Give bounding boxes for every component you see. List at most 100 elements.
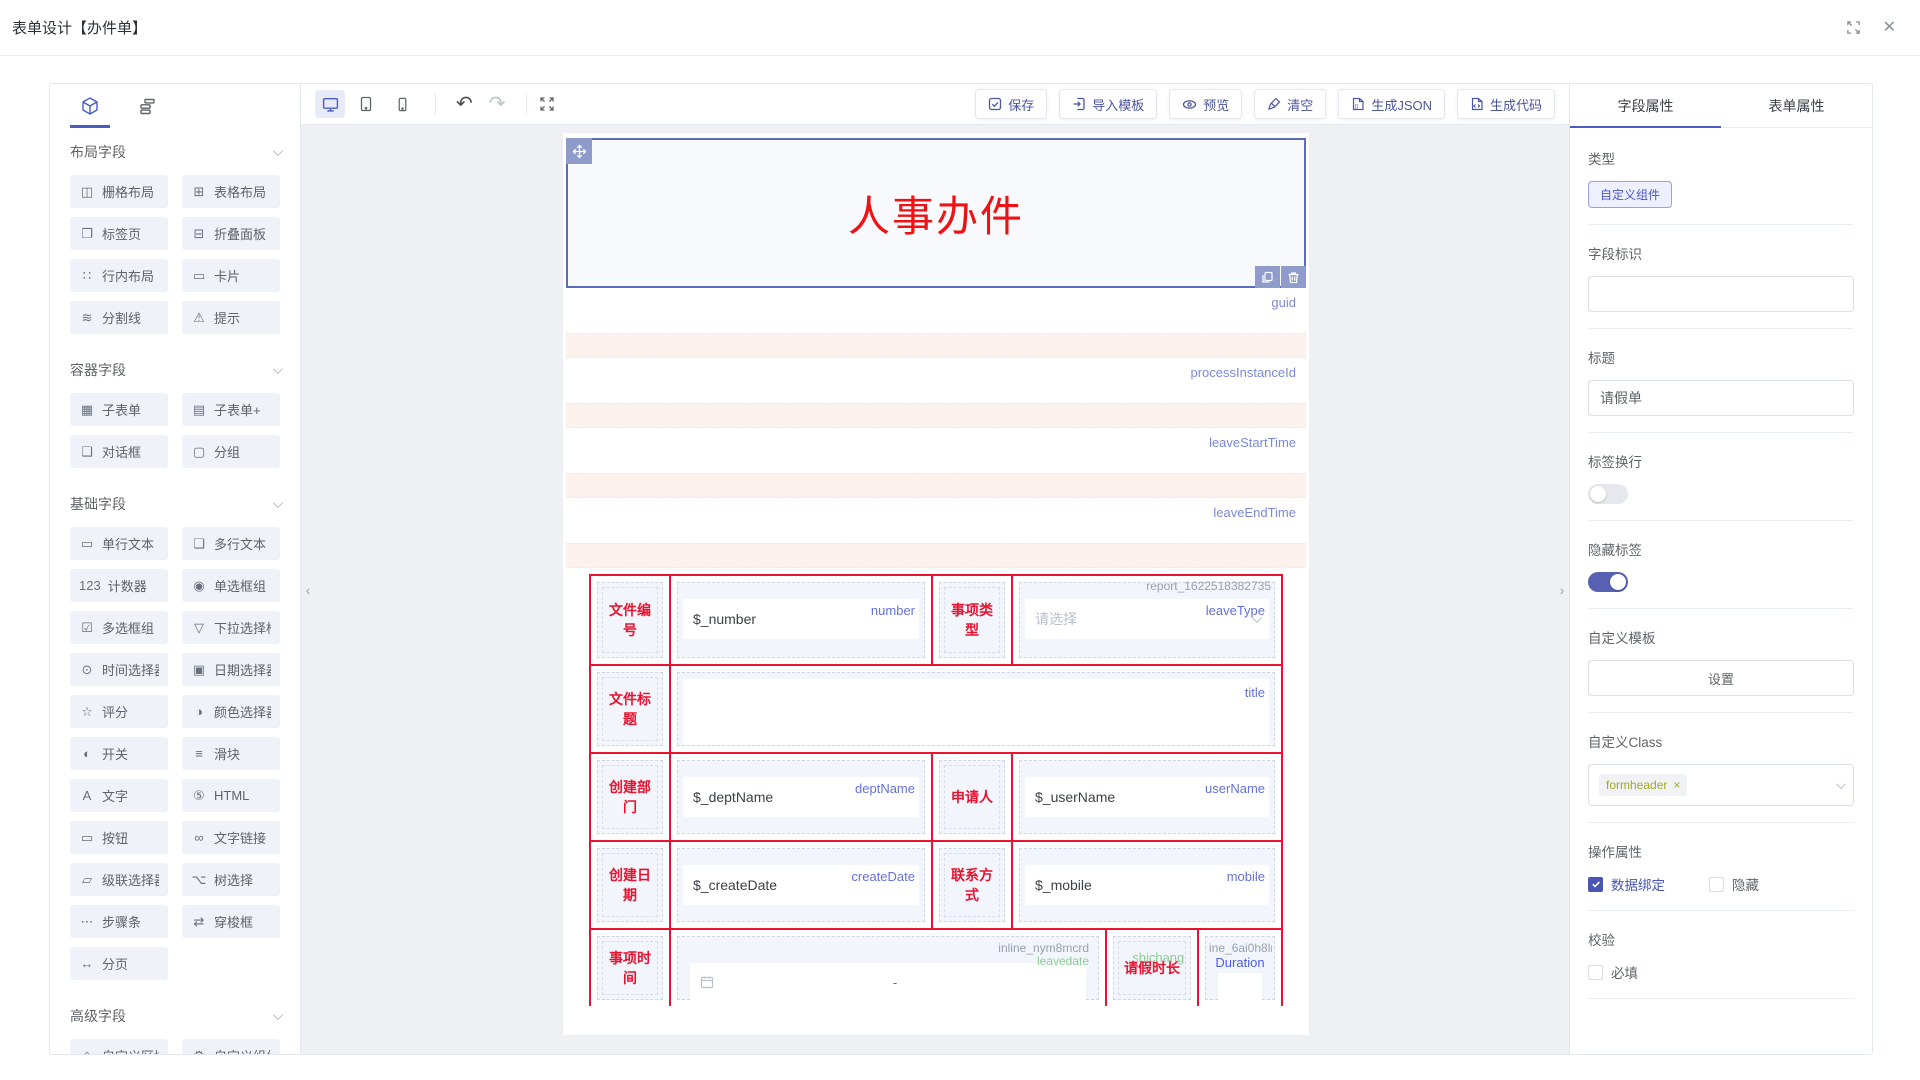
counter-component[interactable]: ine_6ai0h8lr Duration bbox=[1205, 936, 1275, 1000]
counter-input[interactable] bbox=[1218, 973, 1262, 1001]
window-expand-icon[interactable] bbox=[1846, 20, 1861, 35]
label-component[interactable]: 联系方式 bbox=[939, 848, 1005, 922]
tab-field-properties[interactable]: 字段属性 bbox=[1570, 84, 1721, 127]
palette-section-header[interactable]: 容器字段 bbox=[70, 360, 280, 380]
palette-item[interactable]: ▽ 下拉选择框 bbox=[182, 611, 280, 644]
save-button[interactable]: 保存 bbox=[975, 89, 1047, 119]
hidden-field-body[interactable]: guid bbox=[566, 288, 1306, 333]
palette-item[interactable]: ◉ 单选框组 bbox=[182, 569, 280, 602]
custom-class-select[interactable]: formheader × bbox=[1588, 764, 1854, 806]
tablet-view-button[interactable] bbox=[351, 90, 381, 118]
clear-button[interactable]: 清空 bbox=[1254, 89, 1326, 119]
palette-section-header[interactable]: 基础字段 bbox=[70, 494, 280, 514]
redo-button[interactable]: ↷ bbox=[481, 94, 514, 114]
text-input-component[interactable]: userName $_userName bbox=[1019, 760, 1275, 834]
undo-button[interactable]: ↶ bbox=[448, 94, 481, 114]
preview-button[interactable]: 预览 bbox=[1169, 89, 1242, 119]
desktop-view-button[interactable] bbox=[315, 90, 345, 118]
palette-item[interactable]: ❏ 多行文本 bbox=[182, 527, 280, 560]
palette-item[interactable]: ⑤ HTML bbox=[182, 779, 280, 812]
palette-item[interactable]: ▭ 按钮 bbox=[70, 821, 168, 854]
date-range-picker[interactable]: - bbox=[690, 963, 1086, 1001]
copy-component-button[interactable] bbox=[1255, 266, 1280, 288]
title-input[interactable] bbox=[1588, 380, 1854, 416]
label-component[interactable]: 创建日期 bbox=[597, 848, 663, 922]
palette-item[interactable]: ⇄ 穿梭框 bbox=[182, 905, 280, 938]
tab-outline-tree[interactable] bbox=[132, 84, 163, 128]
field-id-input[interactable] bbox=[1588, 276, 1854, 312]
palette-item[interactable]: ∞ 文字链接 bbox=[182, 821, 280, 854]
palette-section-header[interactable]: 布局字段 bbox=[70, 142, 280, 162]
palette-item[interactable]: ◑ 颜色选择器 bbox=[182, 695, 280, 728]
tab-form-properties[interactable]: 表单属性 bbox=[1721, 84, 1872, 127]
text-input-component[interactable]: deptName $_deptName bbox=[677, 760, 925, 834]
hidden-field-band[interactable] bbox=[566, 333, 1306, 358]
hidden-checkbox[interactable]: 隐藏 bbox=[1709, 874, 1759, 894]
import-template-button[interactable]: 导入模板 bbox=[1059, 89, 1157, 119]
palette-item[interactable]: ❑ 对话框 bbox=[70, 435, 168, 468]
hidden-field-band[interactable] bbox=[566, 543, 1306, 568]
hidden-field-body[interactable]: leaveStartTime bbox=[566, 428, 1306, 473]
custom-template-settings-button[interactable]: 设置 bbox=[1588, 660, 1854, 696]
hidden-field-component[interactable]: leaveStartTime bbox=[566, 428, 1306, 498]
palette-item[interactable]: ▭ 卡片 bbox=[182, 259, 280, 292]
label-component[interactable]: 文件标题 bbox=[597, 672, 663, 746]
palette-item[interactable]: ⌥ 树选择 bbox=[182, 863, 280, 896]
label-component[interactable]: shichang 请假时长 bbox=[1113, 936, 1191, 1000]
hide-label-toggle[interactable] bbox=[1588, 572, 1628, 592]
label-wrap-toggle[interactable] bbox=[1588, 484, 1628, 504]
palette-item[interactable]: ⊟ 折叠面板 bbox=[182, 217, 280, 250]
palette-item[interactable]: ≋ 分割线 bbox=[70, 301, 168, 334]
palette-item[interactable]: ❐ 标签页 bbox=[70, 217, 168, 250]
palette-item[interactable]: ▦ 子表单 bbox=[70, 393, 168, 426]
palette-item[interactable]: ▤ 子表单+ bbox=[182, 393, 280, 426]
text-input-component[interactable]: mobile $_mobile bbox=[1019, 848, 1275, 922]
hidden-field-component[interactable]: processInstanceId bbox=[566, 358, 1306, 428]
required-checkbox[interactable]: 必填 bbox=[1588, 962, 1854, 982]
textarea-input[interactable] bbox=[683, 679, 1269, 745]
text-input-component[interactable]: createDate $_createDate bbox=[677, 848, 925, 922]
fullscreen-button[interactable] bbox=[539, 96, 555, 112]
palette-item[interactable]: ∷ 行内布局 bbox=[70, 259, 168, 292]
palette-item[interactable]: ⊙ 时间选择器 bbox=[70, 653, 168, 686]
palette-item[interactable]: ↔ 分页 bbox=[70, 947, 168, 980]
palette-item[interactable]: ▱ 级联选择器 bbox=[70, 863, 168, 896]
collapse-left-panel-handle[interactable]: ‹ bbox=[302, 582, 314, 598]
palette-item[interactable]: ⚠ 提示 bbox=[182, 301, 280, 334]
palette-item[interactable]: ☆ 评分 bbox=[70, 695, 168, 728]
drag-handle[interactable] bbox=[566, 138, 592, 164]
palette-item[interactable]: ☑ 多选框组 bbox=[70, 611, 168, 644]
hidden-field-component[interactable]: leaveEndTime bbox=[566, 498, 1306, 568]
collapse-right-panel-handle[interactable]: › bbox=[1556, 582, 1568, 598]
palette-item[interactable]: ▢ 分组 bbox=[182, 435, 280, 468]
palette-section-header[interactable]: 高级字段 bbox=[70, 1006, 280, 1026]
delete-component-button[interactable] bbox=[1281, 266, 1306, 288]
form-header-component-selected[interactable]: 人事办件 bbox=[566, 138, 1306, 288]
label-component[interactable]: 申请人 bbox=[939, 760, 1005, 834]
generate-json-button[interactable]: {} 生成JSON bbox=[1338, 89, 1445, 119]
label-component[interactable]: 事项时间 bbox=[597, 936, 663, 1000]
palette-item[interactable]: 123 计数器 bbox=[70, 569, 168, 602]
palette-item[interactable]: ⊞ 表格布局 bbox=[182, 175, 280, 208]
label-component[interactable]: 事项类型 bbox=[939, 582, 1005, 658]
palette-item[interactable]: ⋯ 步骤条 bbox=[70, 905, 168, 938]
data-binding-checkbox[interactable]: 数据绑定 bbox=[1588, 874, 1665, 894]
inline-layout-component[interactable]: inline_nym8mcrd leavedate - bbox=[677, 936, 1099, 1000]
select-component[interactable]: leaveType 请选择 bbox=[1019, 582, 1275, 658]
close-icon[interactable]: ✕ bbox=[1883, 20, 1896, 36]
palette-item[interactable]: ≡ 滑块 bbox=[182, 737, 280, 770]
palette-item[interactable]: A 文字 bbox=[70, 779, 168, 812]
hidden-field-body[interactable]: leaveEndTime bbox=[566, 498, 1306, 543]
palette-item[interactable]: ▣ 日期选择器 bbox=[182, 653, 280, 686]
text-input-component[interactable]: number $_number bbox=[677, 582, 925, 658]
palette-item[interactable]: ▭ 单行文本 bbox=[70, 527, 168, 560]
palette-item[interactable]: ◐ 开关 bbox=[70, 737, 168, 770]
generate-code-button[interactable]: 生成代码 bbox=[1457, 89, 1555, 119]
palette-item[interactable]: ◇ 自定义区域 bbox=[70, 1039, 168, 1054]
label-component[interactable]: 文件编号 bbox=[597, 582, 663, 658]
mobile-view-button[interactable] bbox=[387, 90, 417, 118]
label-component[interactable]: 创建部门 bbox=[597, 760, 663, 834]
palette-item[interactable]: ⚙ 自定义组件 bbox=[182, 1039, 280, 1054]
palette-scroll-area[interactable]: 布局字段 ◫ 栅格布局 ⊞ 表格布局 bbox=[50, 128, 300, 1054]
tab-components[interactable] bbox=[74, 84, 106, 128]
